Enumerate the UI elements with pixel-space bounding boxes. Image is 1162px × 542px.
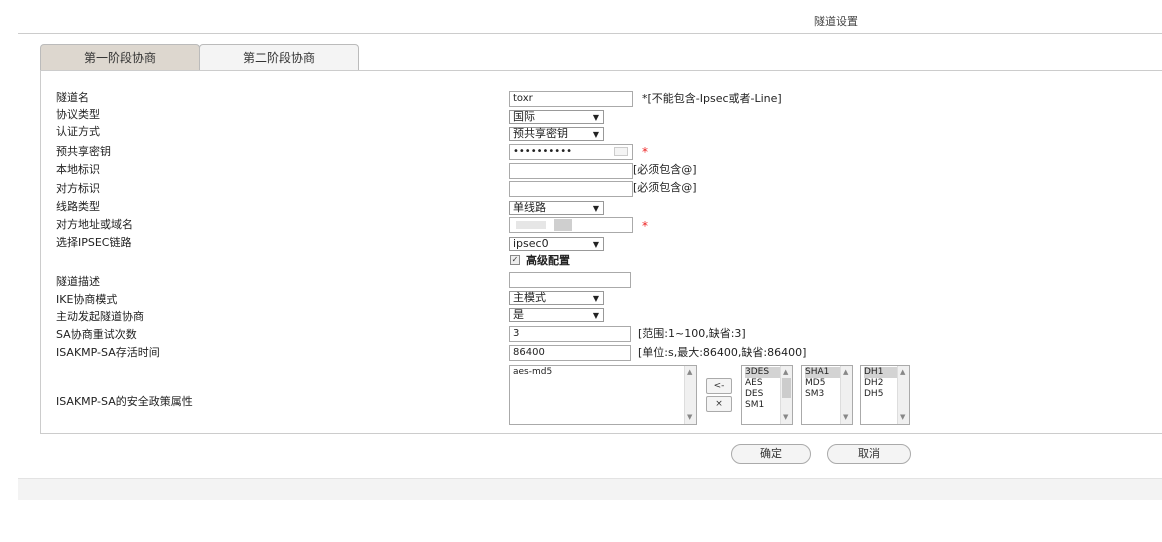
scrollbar[interactable]: ▲ ▼ [897, 366, 909, 424]
footer-bar [18, 478, 1162, 500]
label-peer-id: 对方标识 [56, 182, 100, 195]
scroll-up-icon[interactable]: ▲ [900, 367, 905, 378]
advanced-checkbox[interactable]: ✓ [510, 255, 520, 265]
tunnel-desc-input[interactable] [509, 272, 631, 288]
label-sa-retry: SA协商重试次数 [56, 328, 137, 341]
chevron-down-icon: ▼ [592, 240, 599, 249]
confirm-button[interactable]: 确定 [731, 444, 811, 464]
chevron-down-icon: ▼ [592, 311, 599, 320]
label-ipsec-link: 选择IPSEC链路 [56, 236, 132, 249]
sa-retry-input[interactable]: 3 [509, 326, 631, 342]
redacted-text [554, 219, 572, 231]
scroll-up-icon[interactable]: ▲ [687, 367, 692, 378]
chevron-down-icon: ▼ [592, 294, 599, 303]
page-title: 隧道设置 [814, 15, 858, 28]
scrollbar[interactable]: ▲ ▼ [684, 366, 696, 424]
encryption-list[interactable]: 3DES AES DES SM1 ▲ ▼ [741, 365, 793, 425]
initiate-select[interactable]: 是 ▼ [509, 308, 604, 322]
hash-list[interactable]: SHA1 MD5 SM3 ▲ ▼ [801, 365, 853, 425]
psk-input[interactable]: •••••••••• [509, 144, 633, 160]
required-star: * [642, 219, 648, 233]
label-local-id: 本地标识 [56, 163, 100, 176]
local-id-input[interactable] [509, 163, 633, 179]
policy-list[interactable]: aes-md5 ▲ ▼ [509, 365, 697, 425]
scroll-thumb[interactable] [782, 378, 791, 398]
label-isakmp-policy: ISAKMP-SA的安全政策属性 [56, 395, 193, 408]
scrollbar[interactable]: ▲ ▼ [780, 366, 792, 424]
peer-id-input[interactable] [509, 181, 633, 197]
label-psk: 预共享密钥 [56, 145, 111, 158]
header: 隧道设置 [18, 0, 1162, 34]
label-auth-method: 认证方式 [56, 125, 100, 138]
scroll-up-icon[interactable]: ▲ [783, 367, 788, 378]
ipsec-link-select[interactable]: ipsec0 ▼ [509, 237, 604, 251]
tunnel-name-input[interactable]: toxr [509, 91, 633, 107]
label-protocol-type: 协议类型 [56, 108, 100, 121]
chevron-down-icon: ▼ [592, 130, 599, 139]
chevron-down-icon: ▼ [592, 113, 599, 122]
required-star: * [642, 145, 648, 159]
sa-retry-hint: [范围:1~100,缺省:3] [638, 327, 746, 340]
advanced-label: 高级配置 [526, 254, 570, 267]
remove-policy-button[interactable]: × [706, 396, 732, 412]
label-isakmp-lifetime: ISAKMP-SA存活时间 [56, 346, 160, 359]
label-link-type: 线路类型 [56, 200, 100, 213]
scroll-down-icon[interactable]: ▼ [843, 412, 848, 423]
scroll-down-icon[interactable]: ▼ [687, 412, 692, 423]
scroll-up-icon[interactable]: ▲ [843, 367, 848, 378]
protocol-type-select[interactable]: 国际 ▼ [509, 110, 604, 124]
chevron-down-icon: ▼ [592, 204, 599, 213]
link-type-select[interactable]: 单线路 ▼ [509, 201, 604, 215]
ike-mode-select[interactable]: 主模式 ▼ [509, 291, 604, 305]
label-tunnel-desc: 隧道描述 [56, 275, 100, 288]
peer-id-hint: [必须包含@] [633, 181, 697, 194]
tab-phase2[interactable]: 第二阶段协商 [199, 44, 359, 71]
dh-group-list[interactable]: DH1 DH2 DH5 ▲ ▼ [860, 365, 910, 425]
label-peer-address: 对方地址或域名 [56, 218, 133, 231]
keyboard-icon[interactable] [614, 147, 628, 156]
cancel-button[interactable]: 取消 [827, 444, 911, 464]
auth-method-select[interactable]: 预共享密钥 ▼ [509, 127, 604, 141]
scroll-down-icon[interactable]: ▼ [783, 412, 788, 423]
scrollbar[interactable]: ▲ ▼ [840, 366, 852, 424]
add-policy-button[interactable]: <- [706, 378, 732, 394]
tunnel-name-hint: *[不能包含-Ipsec或者-Line] [642, 92, 782, 105]
label-ike-mode: IKE协商模式 [56, 293, 118, 306]
tab-phase1[interactable]: 第一阶段协商 [40, 44, 200, 71]
isakmp-lifetime-hint: [单位:s,最大:86400,缺省:86400] [638, 346, 807, 359]
local-id-hint: [必须包含@] [633, 163, 697, 176]
isakmp-lifetime-input[interactable]: 86400 [509, 345, 631, 361]
label-tunnel-name: 隧道名 [56, 91, 89, 104]
scroll-down-icon[interactable]: ▼ [900, 412, 905, 423]
redacted-text [516, 221, 546, 229]
peer-address-input[interactable] [509, 217, 633, 233]
label-initiate: 主动发起隧道协商 [56, 310, 144, 323]
